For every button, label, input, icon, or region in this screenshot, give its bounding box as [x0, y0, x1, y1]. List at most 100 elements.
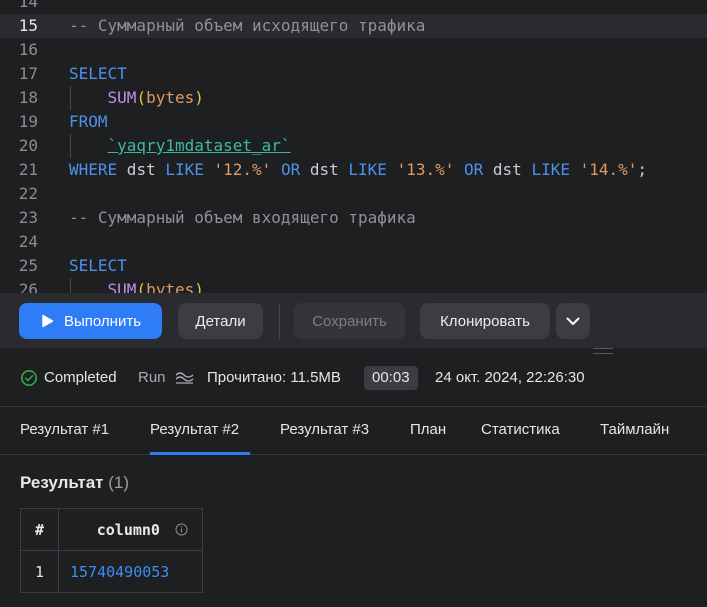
result-value-cell[interactable]: 15740490053	[58, 550, 203, 593]
details-button[interactable]: Детали	[178, 303, 263, 339]
chevron-down-icon	[566, 317, 580, 325]
waves-icon	[175, 372, 193, 384]
code-token: LIKE	[348, 160, 387, 179]
line-number: 19	[18, 112, 38, 131]
line-number: 26	[18, 280, 38, 293]
resize-handle[interactable]	[593, 348, 613, 354]
clone-button[interactable]: Клонировать	[420, 303, 550, 339]
table-row: 1 15740490053	[20, 550, 203, 593]
code-line[interactable]: 17 SELECT	[0, 62, 707, 86]
result-table: # column0 1 15740490053	[20, 508, 203, 593]
details-button-label: Детали	[195, 312, 246, 330]
row-index: 1	[34, 562, 45, 581]
code-token: OR	[464, 160, 484, 179]
run-button[interactable]: Выполнить	[19, 303, 162, 339]
code-line[interactable]: 24	[0, 230, 707, 254]
code-line[interactable]: 15 -- Суммарный объем исходящего трафика	[0, 14, 707, 38]
code-token: `yaqry1mdataset_ar`	[107, 136, 291, 155]
code-text: FROM	[69, 110, 108, 134]
code-token: WHERE	[69, 160, 118, 179]
code-text: SELECT	[69, 254, 127, 278]
code-token: dst	[300, 160, 349, 179]
code-line[interactable]: 25 SELECT	[0, 254, 707, 278]
line-number: 17	[18, 64, 38, 83]
code-text: SUM(bytes)	[69, 278, 204, 293]
column-header-index: #	[20, 508, 59, 551]
status-timestamp-label: 24 окт. 2024, 22:26:30	[435, 369, 585, 386]
code-token: '14.%'	[579, 160, 638, 179]
status-read-label: Прочитано: 11.5MB	[207, 369, 341, 386]
line-number: 14	[18, 0, 38, 11]
code-text: -- Суммарный объем входящего трафика	[69, 206, 416, 230]
query-toolbar: Выполнить Детали Сохранить Клонировать	[0, 293, 707, 348]
active-tab-indicator	[150, 452, 250, 455]
code-token: SUM	[107, 280, 137, 293]
code-token: FROM	[69, 112, 108, 131]
more-options-button[interactable]	[556, 303, 590, 339]
code-token: dst	[483, 160, 532, 179]
result-tabs: Результат #1 Результат #2 Результат #3 П…	[0, 406, 707, 455]
code-token: SELECT	[69, 256, 127, 275]
code-token: LIKE	[165, 160, 204, 179]
tab-label: Таймлайн	[600, 421, 670, 438]
result-count: (1)	[108, 473, 130, 492]
tab-plan[interactable]: План	[410, 421, 446, 438]
code-token: OR	[280, 160, 301, 179]
code-line[interactable]: 26 SUM(bytes)	[0, 278, 707, 293]
tab-result-1[interactable]: Результат #1	[20, 421, 109, 438]
table-header-row: # column0	[20, 508, 203, 551]
status-mode-label: Run	[138, 369, 166, 386]
tab-statistics[interactable]: Статистика	[481, 421, 560, 438]
tab-label: Статистика	[481, 421, 560, 438]
run-button-label: Выполнить	[63, 312, 142, 330]
status-duration: 00:03	[372, 369, 410, 386]
clone-button-label: Клонировать	[440, 312, 530, 330]
code-line[interactable]: 22	[0, 182, 707, 206]
code-line[interactable]: 23 -- Суммарный объем входящего трафика	[0, 206, 707, 230]
code-token: '12.%'	[213, 160, 272, 179]
save-button-label: Сохранить	[312, 312, 387, 330]
code-token: bytes	[146, 280, 195, 293]
code-line[interactable]: 19 FROM	[0, 110, 707, 134]
tab-result-3[interactable]: Результат #3	[280, 421, 369, 438]
info-icon[interactable]	[175, 523, 188, 536]
save-button[interactable]: Сохранить	[294, 303, 405, 339]
code-token: LIKE	[531, 160, 570, 179]
line-number: 21	[18, 160, 38, 179]
column-header-label: column0	[96, 520, 160, 539]
code-line[interactable]: 21 WHERE dst LIKE '12.%' OR dst LIKE '13.…	[0, 158, 707, 182]
tab-result-2[interactable]: Результат #2	[150, 421, 239, 438]
code-token: )	[194, 280, 204, 293]
result-value: 15740490053	[70, 562, 170, 581]
code-text: WHERE dst LIKE '12.%' OR dst LIKE '13.%'…	[69, 158, 647, 182]
line-number: 24	[18, 232, 38, 251]
code-editor[interactable]: 14 15 -- Суммарный объем исходящего трафик…	[0, 0, 707, 293]
code-token: (	[136, 280, 147, 293]
code-text: SUM(bytes)	[69, 86, 204, 110]
result-title-label: Результат	[20, 473, 104, 492]
tab-timeline[interactable]: Таймлайн	[600, 421, 669, 438]
line-number: 23	[18, 208, 38, 227]
result-title: Результат (1)	[20, 473, 129, 493]
tab-label: Результат #1	[20, 421, 110, 438]
code-token: )	[194, 88, 204, 107]
code-text: SELECT	[69, 62, 127, 86]
line-number: 20	[18, 136, 38, 155]
code-line[interactable]: 16	[0, 38, 707, 62]
code-line[interactable]: 18 SUM(bytes)	[0, 86, 707, 110]
code-line[interactable]: 14	[0, 0, 707, 14]
code-token: dst	[117, 160, 166, 179]
code-token: SELECT	[69, 64, 127, 83]
code-token: ;	[637, 160, 648, 179]
column-header-column0[interactable]: column0	[58, 508, 203, 551]
code-line[interactable]: 20 `yaqry1mdataset_ar`	[0, 134, 707, 158]
code-token: '13.%'	[396, 160, 455, 179]
status-read: Прочитано: 11.5MB	[207, 368, 341, 388]
status-state: Completed	[44, 369, 117, 386]
code-token: (	[136, 88, 147, 107]
